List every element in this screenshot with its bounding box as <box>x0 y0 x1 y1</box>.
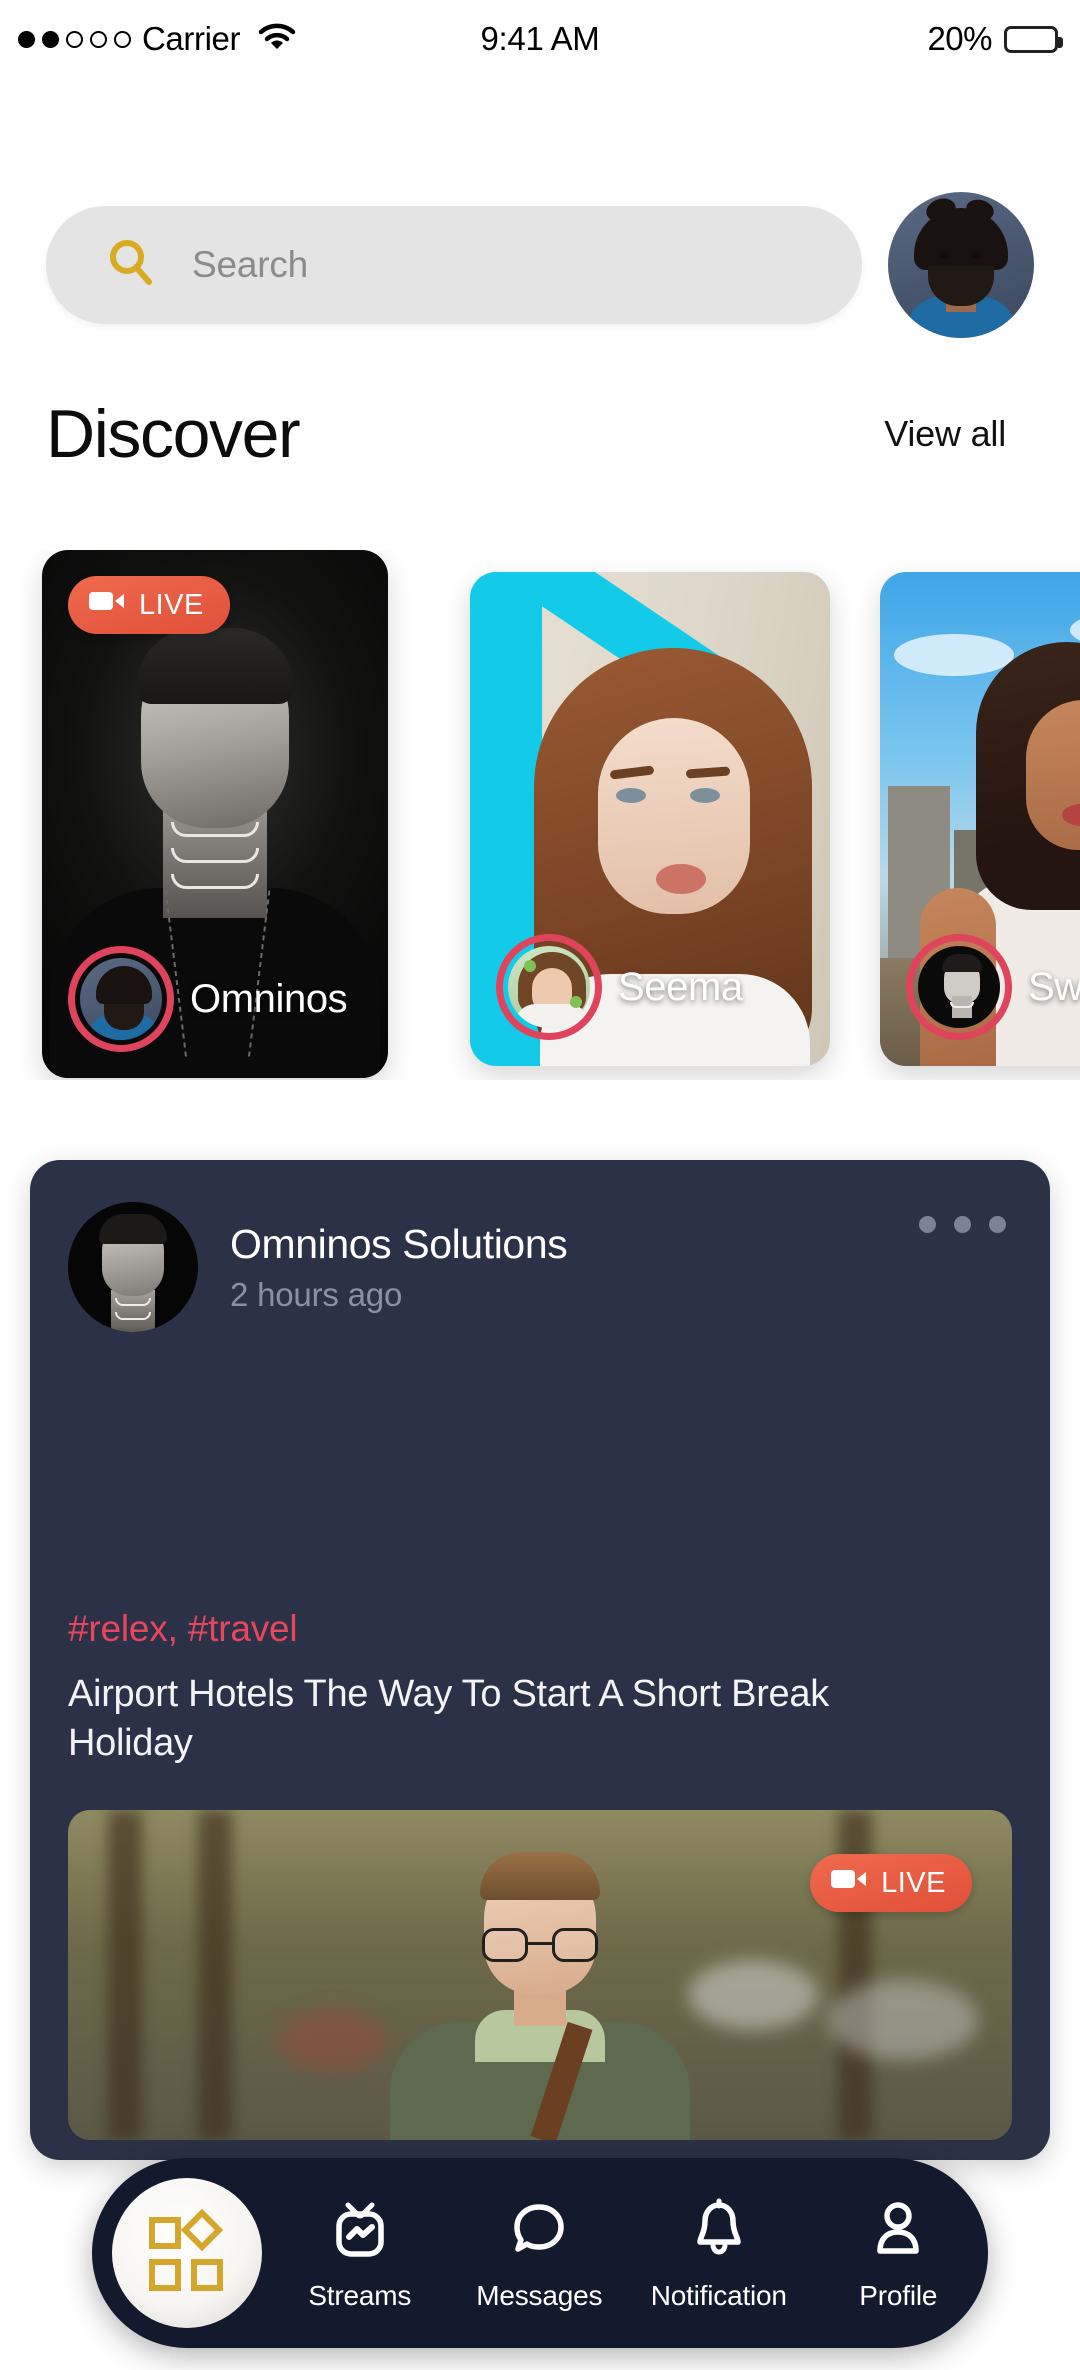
post-author-name: Omninos Solutions <box>230 1220 568 1267</box>
status-bar: Carrier 9:41 AM 20% <box>0 0 1080 78</box>
bell-icon <box>687 2195 751 2266</box>
post-author-avatar[interactable] <box>68 1202 198 1332</box>
post-body-text: Airport Hotels The Way To Start A Short … <box>68 1673 829 1764</box>
nav-item-home[interactable] <box>112 2178 262 2328</box>
battery-icon <box>1004 25 1063 53</box>
page-title: Discover <box>46 396 301 472</box>
battery-percent-label: 20% <box>927 20 992 57</box>
post-header: Omninos Solutions 2 hours ago <box>68 1202 1012 1332</box>
feed-post-card[interactable]: Omninos Solutions 2 hours ago #relex, #t… <box>30 1160 1050 2160</box>
avatar[interactable] <box>888 192 1034 338</box>
video-camera-icon <box>830 1866 868 1900</box>
card-avatar-ring[interactable] <box>496 934 602 1040</box>
card-user-strip: Swe <box>906 934 1080 1040</box>
home-grid-icon <box>149 2208 225 2291</box>
discover-header: Discover View all <box>0 395 1080 473</box>
search-placeholder: Search <box>192 244 309 285</box>
post-meta: Omninos Solutions 2 hours ago <box>230 1220 568 1314</box>
live-badge-label: LIVE <box>881 1866 946 1899</box>
video-camera-icon <box>88 588 126 622</box>
card-avatar <box>508 946 590 1028</box>
nav-label-profile: Profile <box>859 2279 938 2311</box>
bottom-navigation-bar: Streams Messages Notification Profile <box>92 2158 988 2348</box>
tv-icon <box>328 2195 392 2266</box>
more-options-icon[interactable] <box>919 1216 1006 1233</box>
person-icon <box>866 2195 930 2266</box>
card-avatar <box>80 958 162 1040</box>
post-timestamp: 2 hours ago <box>230 1275 403 1313</box>
nav-item-streams[interactable]: Streams <box>270 2195 450 2312</box>
card-avatar-ring[interactable] <box>906 934 1012 1040</box>
clock-label: 9:41 AM <box>480 20 600 57</box>
search-input[interactable]: Search <box>46 206 862 324</box>
card-username: Swe <box>1028 964 1080 1009</box>
nav-item-messages[interactable]: Messages <box>450 2195 630 2312</box>
nav-label-messages: Messages <box>476 2279 603 2311</box>
card-user-strip: Omninos <box>68 946 388 1052</box>
discover-card[interactable]: LIVE Omninos <box>42 550 388 1078</box>
card-avatar <box>918 946 1000 1028</box>
live-badge-label: LIVE <box>139 588 204 621</box>
search-icon <box>104 236 158 295</box>
card-avatar-ring[interactable] <box>68 946 174 1052</box>
card-username: Seema <box>618 964 743 1009</box>
discover-card-rail[interactable]: LIVE Omninos Seema Sw <box>0 550 1080 1080</box>
nav-label-streams: Streams <box>308 2279 412 2311</box>
search-row: Search <box>0 192 1080 338</box>
chat-bubble-icon <box>507 2195 571 2266</box>
card-user-strip: Seema <box>496 934 830 1040</box>
card-username: Omninos <box>190 976 348 1021</box>
post-hashtags[interactable]: #relex, #travel <box>68 1608 298 1650</box>
nav-item-profile[interactable]: Profile <box>809 2195 989 2312</box>
discover-card[interactable]: Seema <box>470 572 830 1066</box>
view-all-link[interactable]: View all <box>884 413 1034 455</box>
live-badge: LIVE <box>68 576 230 634</box>
post-media[interactable]: LIVE <box>68 1810 1012 2140</box>
nav-label-notification: Notification <box>650 2279 787 2311</box>
status-bar-right: 20% <box>927 20 1063 58</box>
nav-item-notification[interactable]: Notification <box>629 2195 809 2312</box>
live-badge: LIVE <box>810 1854 972 1912</box>
discover-card[interactable]: Swe <box>880 572 1080 1066</box>
